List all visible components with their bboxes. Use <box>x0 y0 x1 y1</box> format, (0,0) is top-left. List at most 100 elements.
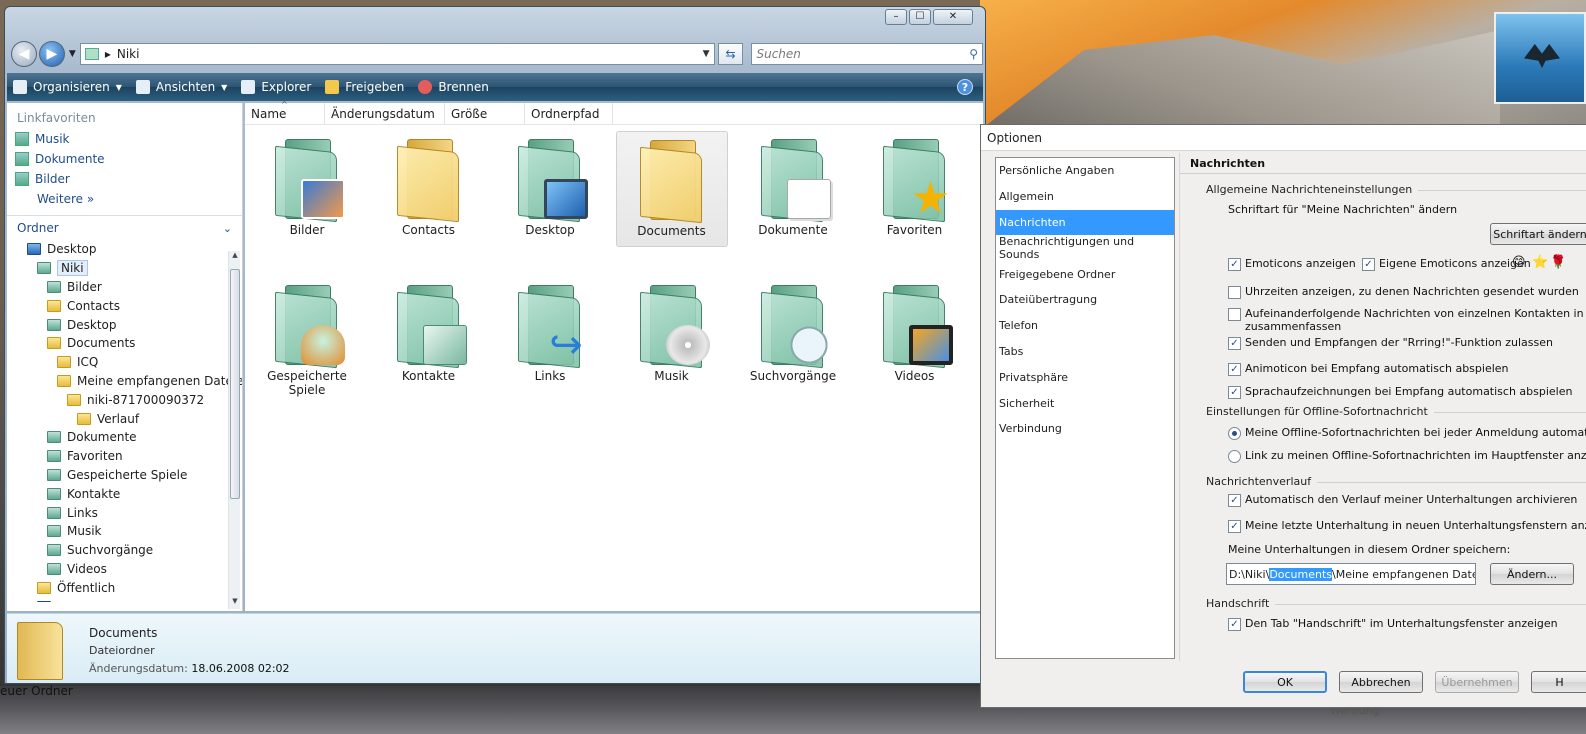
rring-checkbox[interactable]: ✓ Senden und Empfangen der "Rrring!"-Funk… <box>1228 336 1553 350</box>
tree-item[interactable]: Contacts <box>7 296 242 315</box>
favorite-link-music[interactable]: Musik <box>7 129 242 149</box>
desktop-photo-thumbnail[interactable] <box>1494 12 1586 104</box>
apply-button[interactable]: Übernehmen <box>1435 671 1519 693</box>
column-date[interactable]: Änderungsdatum <box>325 103 445 124</box>
tree-item[interactable]: niki-871700090372 <box>7 390 242 409</box>
back-button[interactable]: ◀ <box>11 41 37 67</box>
tree-item[interactable]: ICQ <box>7 353 242 372</box>
organize-button[interactable]: Organisieren ▼ <box>13 80 122 94</box>
folder-icon <box>47 337 61 350</box>
voice-recordings-checkbox[interactable]: ✓ Sprachaufzeichnungen bei Empfang automa… <box>1228 385 1572 399</box>
column-folder-path[interactable]: Ordnerpfad <box>525 103 613 124</box>
scroll-thumb[interactable] <box>230 269 240 499</box>
minimize-button[interactable]: – <box>885 9 907 25</box>
help-button[interactable]: H <box>1531 671 1586 693</box>
recent-pages-dropdown[interactable]: ▼ <box>69 49 76 59</box>
options-category-item[interactable]: Tabs <box>996 339 1174 365</box>
tree-item[interactable]: Öffentlich <box>7 578 242 597</box>
folder-item[interactable]: Videos <box>859 277 971 393</box>
change-font-button[interactable]: Schriftart ändern <box>1490 223 1586 245</box>
archive-history-checkbox[interactable]: ✓ Automatisch den Verlauf meiner Unterhal… <box>1228 493 1577 507</box>
tree-item[interactable]: Videos <box>7 560 242 579</box>
options-category-item[interactable]: Allgemein <box>996 184 1174 210</box>
tree-item[interactable]: Favoriten <box>7 447 242 466</box>
options-category-item[interactable]: Verbindung <box>996 416 1174 442</box>
merge-messages-checkbox[interactable]: Aufeinanderfolgende Nachrichten von einz… <box>1228 307 1586 333</box>
tree-item[interactable]: Gespeicherte Spiele <box>7 466 242 485</box>
address-dropdown-icon[interactable]: ▼ <box>703 49 710 59</box>
show-last-conversation-checkbox[interactable]: ✓ Meine letzte Unterhaltung in neuen Unte… <box>1228 519 1586 533</box>
ok-button[interactable]: OK <box>1243 671 1327 693</box>
tree-item[interactable]: Niki <box>7 259 242 278</box>
scroll-up-icon[interactable]: ▲ <box>229 251 241 263</box>
handwriting-tab-checkbox[interactable]: ✓ Den Tab "Handschrift" im Unterhaltungsf… <box>1228 617 1558 631</box>
folder-item[interactable]: Kontakte <box>373 277 485 393</box>
folder-icon <box>57 356 71 369</box>
folder-item[interactable]: Gespeicherte Spiele <box>251 277 363 397</box>
share-button[interactable]: Freigeben <box>325 80 404 94</box>
column-name[interactable]: ^ Name <box>245 100 325 124</box>
folder-item[interactable]: ★ Favoriten <box>859 131 971 247</box>
options-category-item[interactable]: Sicherheit <box>996 390 1174 416</box>
views-button[interactable]: Ansichten ▼ <box>135 80 227 94</box>
folder-item[interactable]: Bilder <box>251 131 363 247</box>
tree-item[interactable]: Musik <box>7 522 242 541</box>
column-size[interactable]: Größe <box>445 103 525 124</box>
show-times-checkbox[interactable]: Uhrzeiten anzeigen, zu denen Nachrichten… <box>1228 285 1579 299</box>
tree-item[interactable]: Verlauf <box>7 409 242 428</box>
tree-item[interactable]: Desktop <box>7 315 242 334</box>
views-icon <box>135 80 150 94</box>
tree-item[interactable]: Computer <box>7 597 242 602</box>
options-category-item[interactable]: Telefon <box>996 313 1174 339</box>
own-emoticons-checkbox[interactable]: ✓ Eigene Emoticons anzeigen <box>1362 257 1531 271</box>
checkbox-unchecked-icon <box>1228 286 1241 299</box>
tree-item[interactable]: Meine empfangenen Dateie <box>7 372 242 391</box>
burn-button[interactable]: Brennen <box>418 80 489 94</box>
tree-item[interactable]: Suchvorgänge <box>7 541 242 560</box>
tree-item[interactable]: Documents <box>7 334 242 353</box>
options-category-item[interactable]: Dateiübertragung <box>996 287 1174 313</box>
more-favorites-link[interactable]: Weitere » <box>7 189 242 209</box>
folder-item[interactable]: ↪ Links <box>494 277 606 393</box>
folder-item[interactable]: Documents <box>615 131 728 247</box>
options-category-item[interactable]: Freigegebene Ordner <box>996 261 1174 287</box>
folder-item[interactable]: Desktop <box>494 131 606 247</box>
folder-item[interactable]: Contacts <box>373 131 485 247</box>
maximize-button[interactable]: ☐ <box>909 9 931 25</box>
folder-item[interactable]: Musik <box>616 277 728 393</box>
help-icon[interactable]: ? <box>957 79 973 95</box>
explorer-button[interactable]: Explorer <box>241 80 311 94</box>
folder-item[interactable]: Suchvorgänge <box>737 277 849 393</box>
favorite-link-documents[interactable]: Dokumente <box>7 149 242 169</box>
scroll-down-icon[interactable]: ▼ <box>229 597 241 609</box>
options-category-item[interactable]: Privatsphäre <box>996 364 1174 390</box>
tree-item[interactable]: Bilder <box>7 278 242 297</box>
search-icon[interactable]: ⚲ <box>969 47 978 61</box>
desktop-icon-label[interactable]: euer Ordner <box>0 684 73 698</box>
cancel-button[interactable]: Abbrechen <box>1339 671 1423 693</box>
options-category-item[interactable]: Benachrichtigungen und Sounds <box>996 235 1174 261</box>
save-folder-path-field[interactable]: D:\Niki\ Documents \Meine empfangenen Date… <box>1226 563 1476 585</box>
folders-header[interactable]: Ordner ⌄ <box>7 215 242 240</box>
offline-link-radio[interactable]: Link zu meinen Offline-Sofortnachrichten… <box>1228 449 1586 463</box>
close-button[interactable]: ✕ <box>933 9 973 25</box>
tree-item[interactable]: Kontakte <box>7 484 242 503</box>
address-path[interactable]: Niki <box>117 47 140 61</box>
favorite-link-pictures[interactable]: Bilder <box>7 169 242 189</box>
search-input[interactable]: Suchen ⚲ <box>751 43 983 65</box>
tree-scrollbar[interactable]: ▲ ▼ <box>228 251 240 609</box>
tree-item[interactable]: Dokumente <box>7 428 242 447</box>
animoticon-checkbox[interactable]: ✓ Animoticon bei Empfang automatisch absp… <box>1228 362 1509 376</box>
change-folder-button[interactable]: Ändern... <box>1490 563 1574 585</box>
address-separator[interactable]: ▸ <box>105 47 111 61</box>
forward-button[interactable]: ▶ <box>38 41 65 67</box>
tree-item[interactable]: Desktop <box>7 240 242 259</box>
options-category-item[interactable]: Persönliche Angaben <box>996 158 1174 184</box>
refresh-button[interactable]: ⇆ <box>717 43 744 65</box>
tree-item[interactable]: Links <box>7 503 242 522</box>
emoticons-checkbox[interactable]: ✓ Emoticons anzeigen <box>1228 257 1356 271</box>
folder-item[interactable]: Dokumente <box>737 131 849 247</box>
offline-auto-radio[interactable]: Meine Offline-Sofortnachrichten bei jede… <box>1228 426 1586 440</box>
options-category-item[interactable]: Nachrichten <box>996 209 1174 236</box>
address-bar[interactable]: ▸ Niki ▼ <box>79 43 715 65</box>
